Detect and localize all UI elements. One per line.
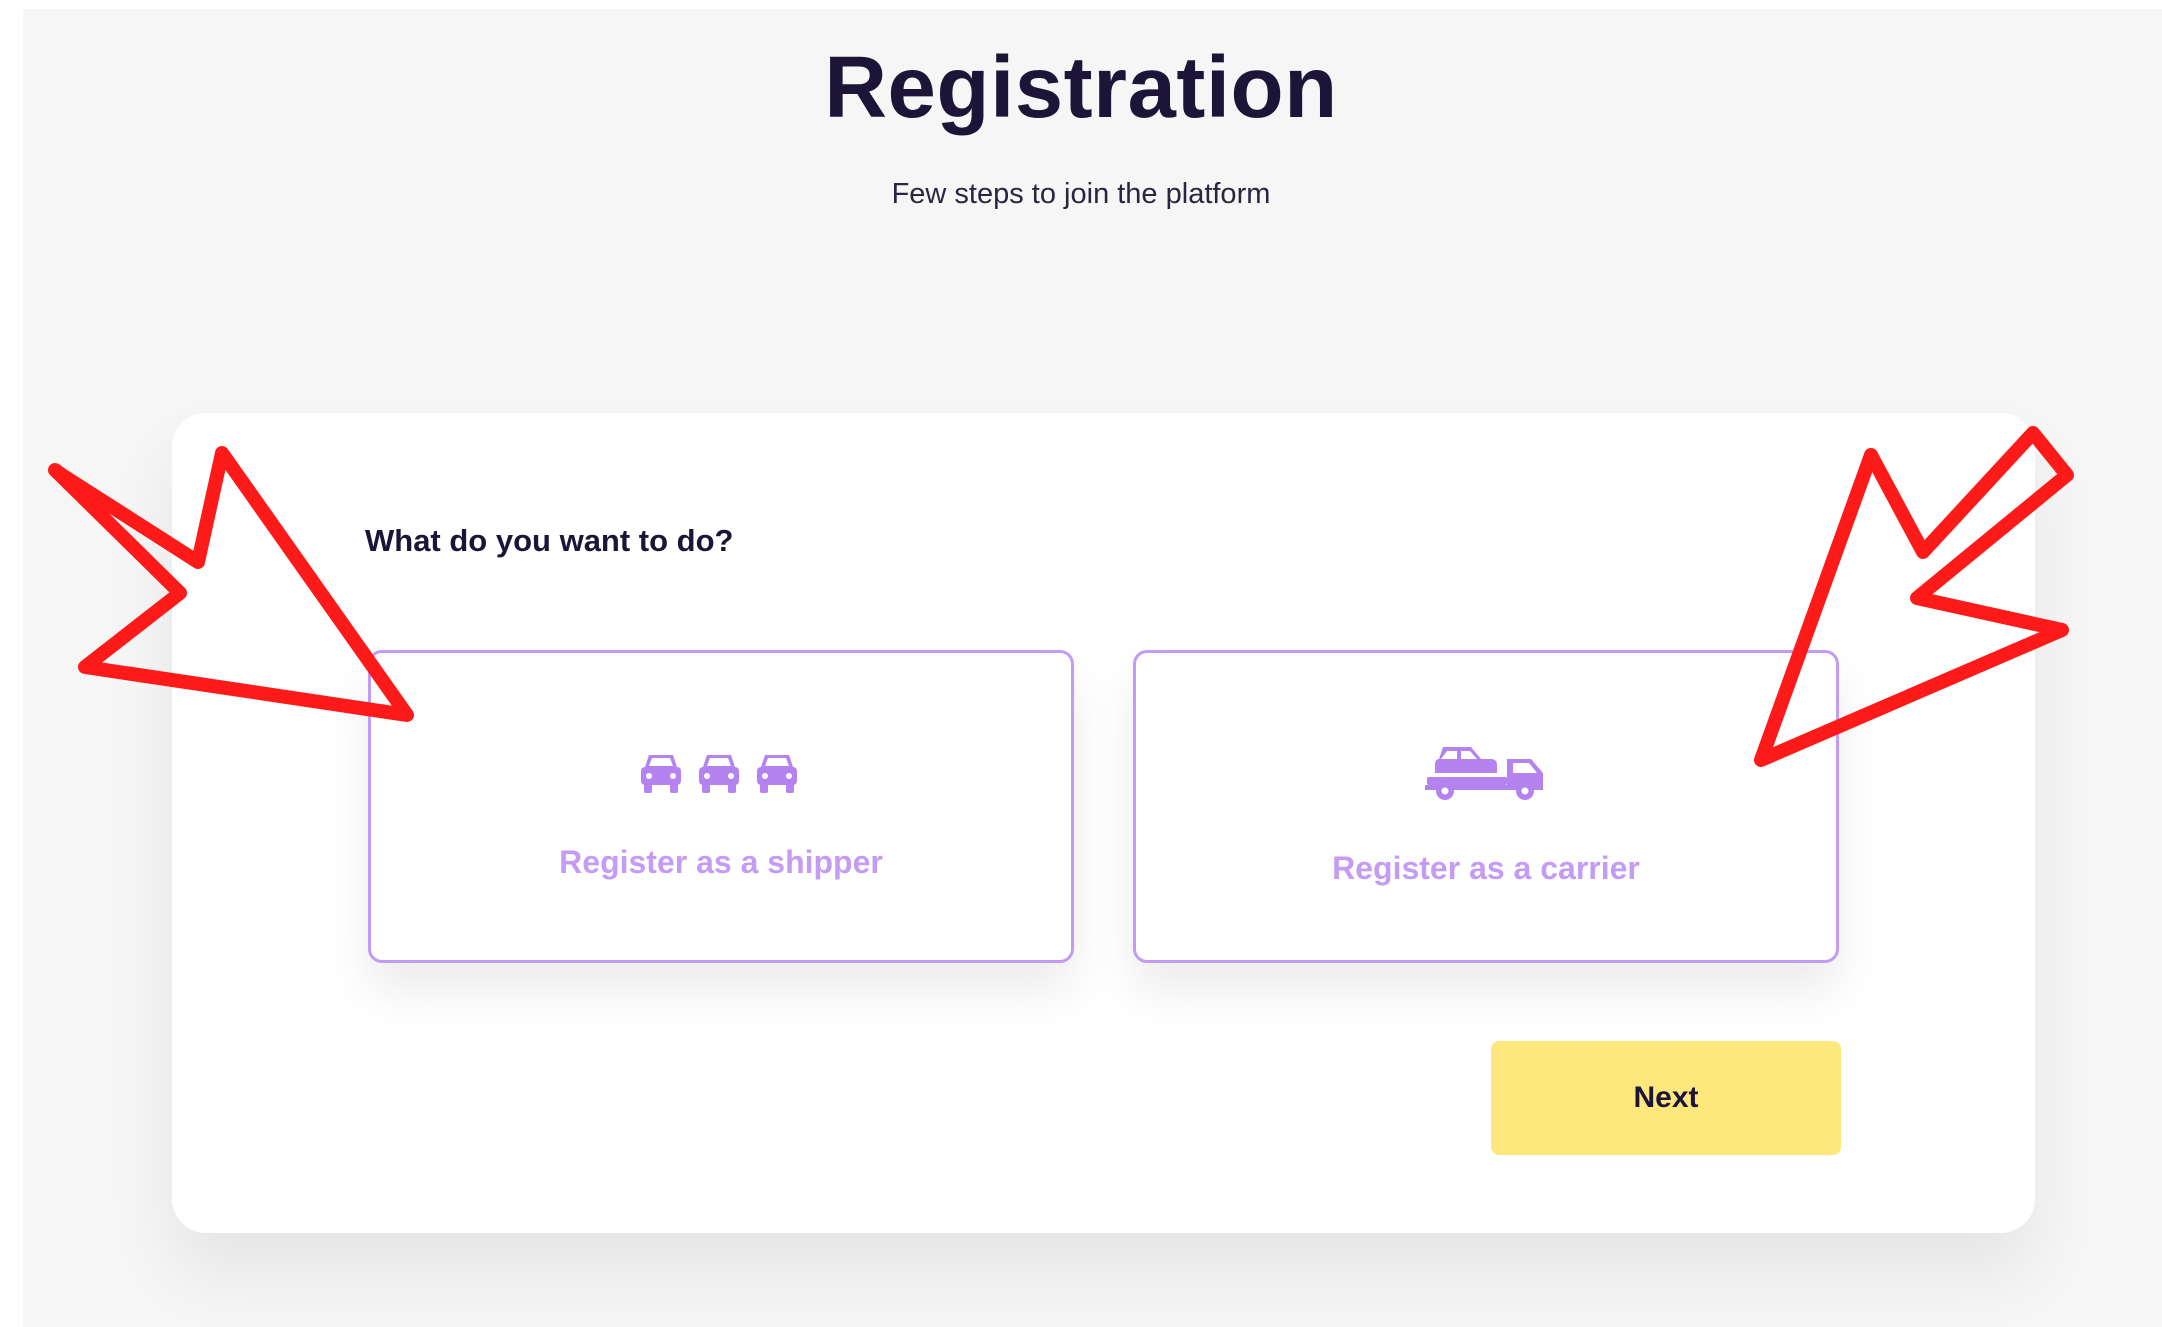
page-title: Registration xyxy=(824,39,1338,136)
register-shipper-label: Register as a shipper xyxy=(559,844,883,880)
car-transporter-truck-icon xyxy=(1136,745,1836,806)
page-subtitle: Few steps to join the platform xyxy=(891,178,1271,210)
register-carrier-label: Register as a carrier xyxy=(1332,850,1640,886)
register-carrier-option[interactable]: Register as a carrier xyxy=(1133,650,1839,963)
register-shipper-option[interactable]: Register as a shipper xyxy=(368,650,1074,963)
registration-card: What do you want to do? Register as a sh… xyxy=(172,413,2035,1233)
question-label: What do you want to do? xyxy=(365,523,734,558)
three-cars-icon xyxy=(371,751,1071,800)
next-button[interactable]: Next xyxy=(1491,1041,1841,1155)
